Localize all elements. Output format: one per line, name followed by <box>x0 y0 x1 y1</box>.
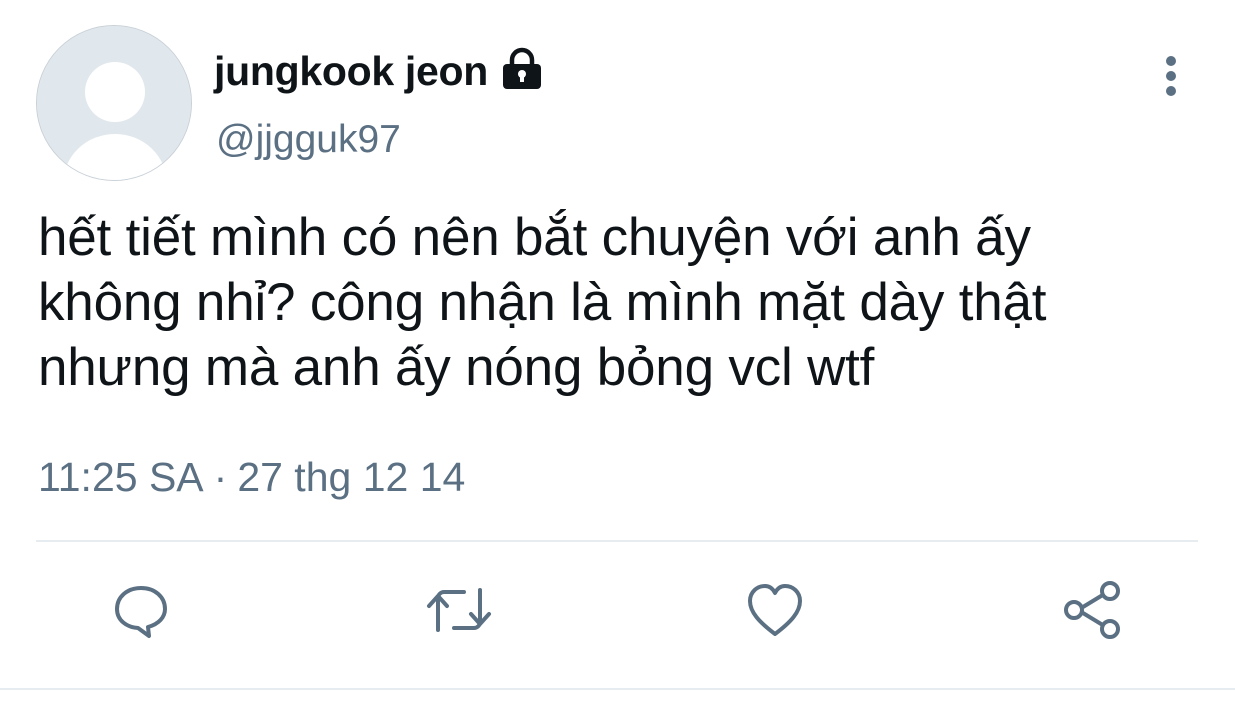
tweet-text-line: không nhỉ? công nhận là mình mặt dày thậ… <box>38 273 1047 332</box>
share-button[interactable] <box>1058 575 1128 645</box>
tweet-timestamp[interactable]: 11:25 SA · 27 thg 12 14 <box>38 454 465 501</box>
bottom-divider <box>0 688 1235 690</box>
user-name-row: jungkook jeon <box>214 46 544 96</box>
lock-icon <box>500 47 544 91</box>
retweet-button[interactable] <box>424 575 494 645</box>
more-vertical-icon[interactable] <box>1152 52 1190 100</box>
share-icon <box>1064 581 1120 639</box>
display-name[interactable]: jungkook jeon <box>214 48 488 95</box>
default-avatar-icon <box>37 26 191 180</box>
tweet-time: 11:25 SA <box>38 454 204 500</box>
tweet-card: jungkook jeon @jjgguk97 hết tiết mình có… <box>0 0 1235 705</box>
action-bar <box>0 575 1235 655</box>
user-handle[interactable]: @jjgguk97 <box>216 118 401 162</box>
retweet-icon <box>427 588 491 632</box>
like-button[interactable] <box>740 575 810 645</box>
tweet-text: hết tiết mình có nên bắt chuyện với anh … <box>38 205 1208 400</box>
reply-icon <box>115 586 167 638</box>
tweet-text-line: nhưng mà anh ấy nóng bỏng vcl wtf <box>38 338 875 397</box>
avatar[interactable] <box>36 25 192 181</box>
meta-separator: · <box>213 454 228 500</box>
divider <box>36 540 1198 542</box>
tweet-date: 27 thg 12 14 <box>237 454 466 500</box>
heart-icon <box>748 584 802 636</box>
tweet-text-line: hết tiết mình có nên bắt chuyện với anh … <box>38 208 1031 267</box>
reply-button[interactable] <box>106 575 176 645</box>
